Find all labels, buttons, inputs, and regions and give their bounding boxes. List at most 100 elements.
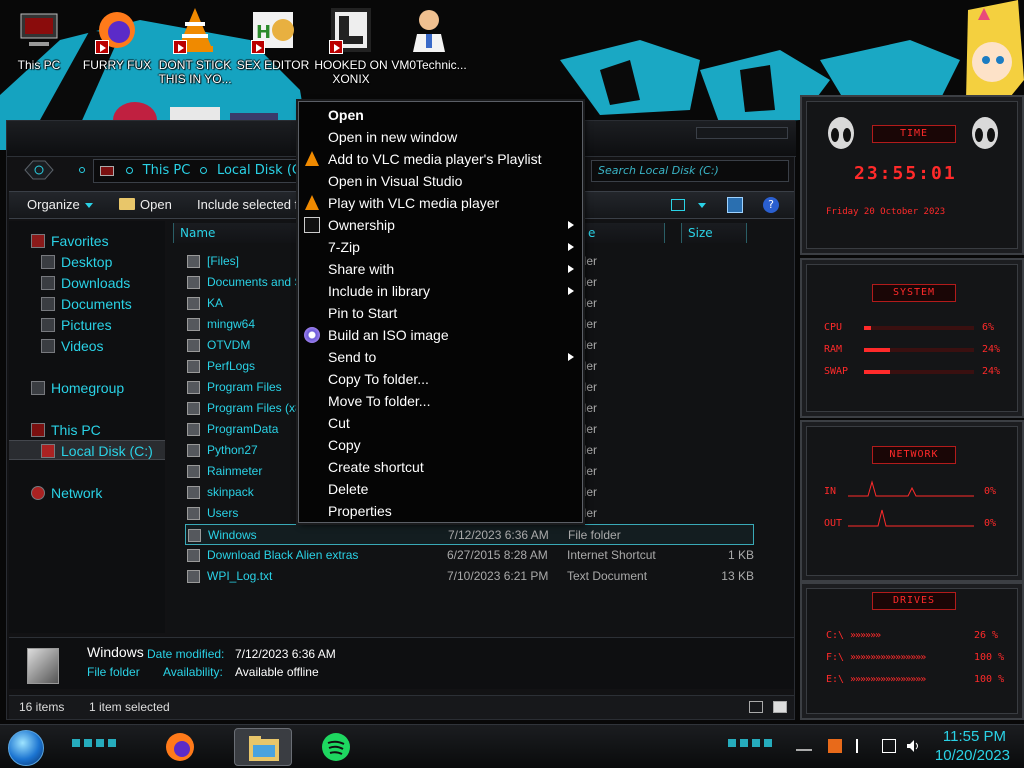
flag-icon[interactable]	[856, 739, 870, 753]
folder-icon	[187, 318, 200, 331]
file-name: ProgramData	[207, 422, 279, 436]
file-name: Rainmeter	[207, 464, 263, 478]
breadcrumb-this-pc[interactable]: This PC	[143, 160, 191, 182]
folder-icon	[187, 486, 200, 499]
context-menu-item[interactable]: Cut	[299, 412, 582, 434]
nav-favorites[interactable]: Favorites	[9, 231, 165, 251]
context-menu-item[interactable]: Open in new window	[299, 126, 582, 148]
column-header-type[interactable]: e	[581, 223, 665, 243]
desktop-icon-vlc[interactable]: DONT STICK THIS IN YO...	[156, 6, 234, 86]
nav-documents[interactable]: Documents	[9, 294, 165, 314]
breadcrumb-local-disk[interactable]: Local Disk (C	[217, 160, 301, 182]
hxd-editor-icon: H	[251, 6, 295, 54]
context-menu-item[interactable]: Copy	[299, 434, 582, 456]
context-menu-item[interactable]: Create shortcut	[299, 456, 582, 478]
folder-icon	[187, 381, 200, 394]
context-menu-item[interactable]: Send to	[299, 346, 582, 368]
folder-icon	[187, 465, 200, 478]
file-name: OTVDM	[207, 338, 251, 352]
nav-network[interactable]: Network	[9, 483, 165, 503]
alien-head-icon	[972, 117, 998, 149]
chevron-down-icon[interactable]	[698, 203, 706, 208]
column-header-name[interactable]: Name	[173, 223, 301, 243]
nav-videos[interactable]: Videos	[9, 336, 165, 356]
taskbar-clock-date[interactable]: 10/20/2023	[935, 747, 1010, 764]
widget-date: Friday 20 October 2023	[826, 207, 946, 217]
drive-e-bar: »»»»»»»»»»»»»»»	[850, 674, 926, 685]
context-menu-item[interactable]: Add to VLC media player's Playlist	[299, 148, 582, 170]
drive-f-value: 100 %	[974, 652, 1005, 663]
nav-this-pc[interactable]: This PC	[9, 420, 165, 440]
address-bar[interactable]: This PC Local Disk (C	[93, 159, 309, 183]
details-availability-value: Available offline	[235, 665, 319, 679]
open-button[interactable]: Open	[119, 197, 172, 212]
file-row[interactable]: Download Black Alien extras 6/27/2015 8:2…	[185, 545, 754, 566]
nav-pictures[interactable]: Pictures	[9, 315, 165, 335]
start-button[interactable]	[8, 730, 44, 766]
shortcut-badge-icon	[95, 40, 109, 54]
organize-button[interactable]: Organize	[27, 197, 93, 212]
nav-local-disk[interactable]: Local Disk (C:)	[9, 440, 165, 460]
desktop-icon-label: SEX EDITOR	[236, 58, 310, 72]
taskbar-firefox[interactable]	[160, 728, 200, 766]
details-view-icon[interactable]	[749, 701, 763, 713]
context-menu-item[interactable]: Delete	[299, 478, 582, 500]
speaker-icon[interactable]	[906, 739, 920, 753]
help-icon[interactable]: ?	[763, 197, 779, 213]
drive-c-bar: »»»»»»	[850, 630, 881, 641]
search-input[interactable]: Search Local Disk (C:)	[591, 160, 789, 182]
context-menu-item[interactable]: Build an ISO image	[299, 324, 582, 346]
context-menu-label: Create shortcut	[328, 459, 424, 475]
context-menu-item[interactable]: Properties	[299, 500, 582, 522]
context-menu-label: Move To folder...	[328, 393, 431, 409]
view-options-icon[interactable]	[671, 199, 685, 211]
context-menu-label: Pin to Start	[328, 305, 398, 321]
drive-c-label: C:\	[826, 630, 845, 641]
file-name: KA	[207, 296, 224, 310]
context-menu-item[interactable]: Copy To folder...	[299, 368, 582, 390]
taskbar-clock-time[interactable]: 11:55 PM	[943, 728, 1006, 745]
back-forward-icon[interactable]	[21, 157, 57, 183]
show-hidden-icons-icon[interactable]	[796, 741, 812, 751]
desktop-icon-this-pc[interactable]: This PC	[0, 6, 78, 72]
column-header-size[interactable]: Size	[681, 223, 747, 243]
open-label: Open	[140, 197, 172, 212]
nav-desktop[interactable]: Desktop	[9, 252, 165, 272]
taskbar-spotify[interactable]	[316, 728, 356, 766]
file-row[interactable]: WPI_Log.txt 7/10/2023 6:21 PM Text Documen…	[185, 566, 754, 587]
desktop-icon-xonix[interactable]: HOOKED ON XONIX	[312, 6, 390, 86]
context-menu-item[interactable]: Play with VLC media player	[299, 192, 582, 214]
swap-label: SWAP	[824, 366, 849, 377]
nav-homegroup[interactable]: Homegroup	[9, 378, 165, 398]
nav-label: Network	[51, 485, 103, 501]
context-menu-item[interactable]: Ownership	[299, 214, 582, 236]
taskbar-decoration	[72, 739, 116, 747]
network-tray-icon[interactable]	[882, 739, 896, 753]
large-icons-view-icon[interactable]	[773, 701, 787, 713]
desktop-icon-vm0technic[interactable]: VM0Technic...	[390, 6, 468, 72]
cmd-icon	[304, 217, 320, 233]
context-menu-item[interactable]: Include in library	[299, 280, 582, 302]
history-dot-icon[interactable]	[79, 167, 85, 173]
context-menu-item[interactable]: Open	[299, 104, 582, 126]
file-name: skinpack	[207, 485, 254, 499]
context-menu-item[interactable]: Pin to Start	[299, 302, 582, 324]
homegroup-icon	[31, 381, 45, 395]
submenu-arrow-icon	[568, 221, 574, 229]
desktop-icon-firefox[interactable]: FURRY FUX	[78, 6, 156, 72]
context-menu-item[interactable]: 7-Zip	[299, 236, 582, 258]
desktop-icon-sex-editor[interactable]: H SEX EDITOR	[234, 6, 312, 72]
context-menu-label: Delete	[328, 481, 369, 497]
context-menu-item[interactable]: Open in Visual Studio	[299, 170, 582, 192]
fire-tray-icon[interactable]	[828, 739, 842, 753]
context-menu-item[interactable]: Share with	[299, 258, 582, 280]
file-row[interactable]: Windows 7/12/2023 6:36 AM File folder	[185, 524, 754, 545]
nav-downloads[interactable]: Downloads	[9, 273, 165, 293]
file-date: 7/12/2023 6:36 AM	[448, 528, 549, 542]
desktop-icon-label: This PC	[17, 58, 61, 72]
taskbar-file-explorer[interactable]	[234, 728, 292, 766]
include-in-library-button[interactable]: Include selected fol	[197, 197, 308, 212]
context-menu-item[interactable]: Move To folder...	[299, 390, 582, 412]
preview-pane-icon[interactable]	[727, 197, 743, 213]
context-menu-label: Open in new window	[328, 129, 458, 145]
